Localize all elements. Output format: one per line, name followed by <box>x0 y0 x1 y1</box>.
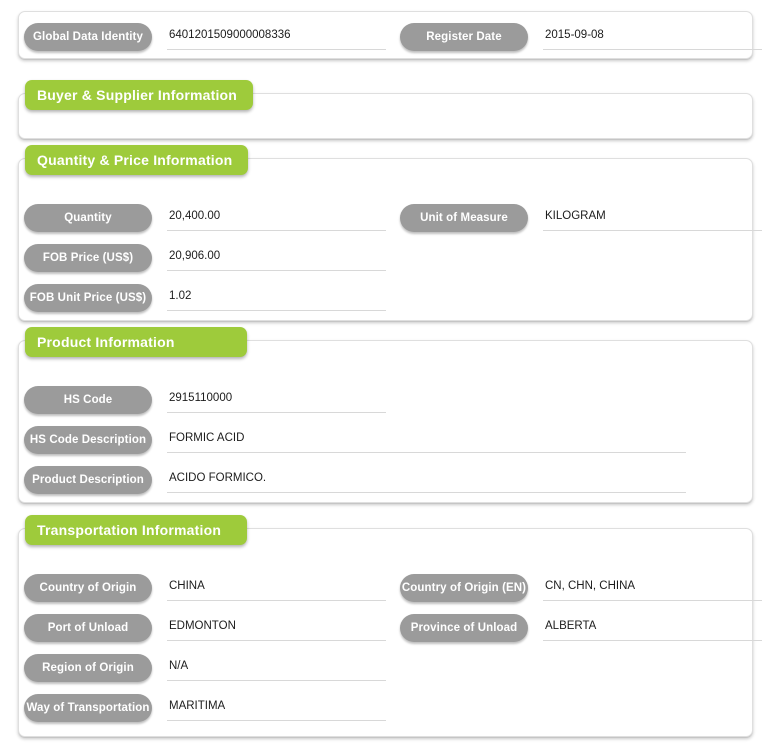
section-card-product: Product Information HS Code 2915110000 HS C… <box>18 327 753 503</box>
field-value[interactable]: ACIDO FORMICO. <box>167 466 686 493</box>
field-row: Way of Transportation MARITIMA <box>24 694 386 722</box>
field-label: Country of Origin (EN) <box>400 574 528 602</box>
field-label: FOB Price (US$) <box>24 244 152 272</box>
field-row: Unit of Measure KILOGRAM <box>400 204 762 232</box>
field-row: Region of Origin N/A <box>24 654 386 682</box>
field-value[interactable]: 2015-09-08 <box>543 23 762 50</box>
field-row: Province of Unload ALBERTA <box>400 614 762 642</box>
field-label: Quantity <box>24 204 152 232</box>
field-row: Country of Origin (EN) CN, CHN, CHINA <box>400 574 762 602</box>
field-value[interactable]: ALBERTA <box>543 614 762 641</box>
field-label: Country of Origin <box>24 574 152 602</box>
field-label: Unit of Measure <box>400 204 528 232</box>
field-row: Register Date 2015-09-08 <box>400 23 762 51</box>
field-row: Quantity 20,400.00 <box>24 204 386 232</box>
field-label: Port of Unload <box>24 614 152 642</box>
field-label: Product Description <box>24 466 152 494</box>
field-value[interactable]: N/A <box>167 654 386 681</box>
field-label: HS Code Description <box>24 426 152 454</box>
field-row: FOB Price (US$) 20,906.00 <box>24 244 386 272</box>
field-label: Global Data Identity <box>24 23 152 51</box>
field-value[interactable]: FORMIC ACID <box>167 426 686 453</box>
field-row: HS Code Description FORMIC ACID <box>24 426 686 454</box>
field-value[interactable]: CHINA <box>167 574 386 601</box>
field-row: Global Data Identity 6401201509000008336 <box>24 23 386 51</box>
section-header-transportation: Transportation Information <box>25 515 247 545</box>
field-row: FOB Unit Price (US$) 1.02 <box>24 284 386 312</box>
field-label: HS Code <box>24 386 152 414</box>
field-label: Way of Transportation <box>24 694 152 722</box>
section-card-quantity-price: Quantity & Price Information Quantity 20,4… <box>18 145 762 321</box>
section-card-identity: Global Data Identity 6401201509000008336 R… <box>18 11 762 59</box>
field-label: FOB Unit Price (US$) <box>24 284 152 312</box>
field-value[interactable]: 2915110000 <box>167 386 386 413</box>
section-header-product: Product Information <box>25 327 247 357</box>
section-card-transportation: Transportation Information Country of Ori… <box>18 515 762 737</box>
field-label: Region of Origin <box>24 654 152 682</box>
field-value[interactable]: EDMONTON <box>167 614 386 641</box>
field-value[interactable]: MARITIMA <box>167 694 386 721</box>
field-row: Country of Origin CHINA <box>24 574 386 602</box>
trade-record-page: Global Data Identity 6401201509000008336 R… <box>0 0 771 743</box>
field-row: Port of Unload EDMONTON <box>24 614 386 642</box>
field-row: HS Code 2915110000 <box>24 386 386 414</box>
field-value[interactable]: KILOGRAM <box>543 204 762 231</box>
field-value[interactable]: 1.02 <box>167 284 386 311</box>
section-card-buyer-supplier: Buyer & Supplier Information <box>18 80 753 139</box>
field-label: Register Date <box>400 23 528 51</box>
section-header-quantity-price: Quantity & Price Information <box>25 145 249 175</box>
field-label: Province of Unload <box>400 614 528 642</box>
field-value[interactable]: 6401201509000008336 <box>167 23 386 50</box>
field-row: Product Description ACIDO FORMICO. <box>24 466 686 494</box>
field-value[interactable]: CN, CHN, CHINA <box>543 574 762 601</box>
field-value[interactable]: 20,906.00 <box>167 244 386 271</box>
section-header-buyer-supplier: Buyer & Supplier Information <box>25 80 254 110</box>
field-value[interactable]: 20,400.00 <box>167 204 386 231</box>
